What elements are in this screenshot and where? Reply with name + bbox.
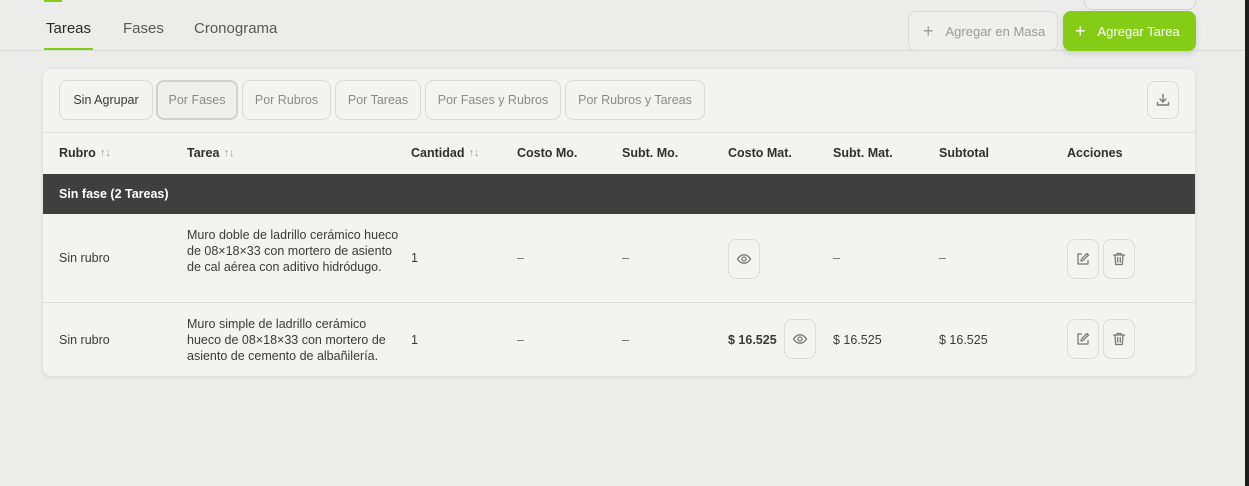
group-phases-button[interactable]: Por Fases xyxy=(156,80,238,120)
group-label: Sin fase (2 Tareas) xyxy=(59,187,169,201)
tab-cronograma[interactable]: Cronograma xyxy=(194,20,277,50)
tab-bar: Tareas Fases Cronograma + Agregar en Mas… xyxy=(0,0,1245,51)
sort-icon[interactable]: ↑↓ xyxy=(100,147,111,159)
tasks-card: Sin Agrupar Por Fases Por Rubros Por Tar… xyxy=(43,69,1195,376)
sort-icon[interactable]: ↑↓ xyxy=(468,147,479,159)
tab-tareas[interactable]: Tareas xyxy=(44,20,94,50)
header-tarea[interactable]: Tarea ↑↓ xyxy=(187,146,234,160)
header-label: Tarea xyxy=(187,146,220,160)
group-tasks-button[interactable]: Por Tareas xyxy=(335,80,421,120)
download-button[interactable] xyxy=(1147,81,1179,119)
window-edge xyxy=(1245,0,1249,486)
cell-costo-mo: – xyxy=(517,251,524,265)
cell-cantidad: 1 xyxy=(411,251,418,265)
cell-subt-mat: $ 16.525 xyxy=(833,333,882,347)
header-rubro[interactable]: Rubro ↑↓ xyxy=(59,146,111,160)
cell-tarea: Muro doble de ladrillo cerámico hueco de… xyxy=(187,228,399,274)
download-icon xyxy=(1156,93,1170,106)
cell-costo-mo: – xyxy=(517,333,524,347)
group-items-button[interactable]: Por Rubros xyxy=(242,80,331,120)
trash-icon xyxy=(1112,252,1126,266)
plus-icon: + xyxy=(1075,21,1086,41)
eye-icon xyxy=(792,334,808,344)
header-subt-mo: Subt. Mo. xyxy=(622,146,679,160)
toolbar-divider xyxy=(43,132,1195,133)
header-subtotal: Subtotal xyxy=(939,146,989,160)
header-costo-mo: Costo Mo. xyxy=(517,146,578,160)
cell-subt-mat: – xyxy=(833,251,840,265)
bulk-add-button[interactable]: + Agregar en Masa xyxy=(908,11,1058,51)
add-task-button[interactable]: + Agregar Tarea xyxy=(1063,11,1196,51)
bulk-add-label: Agregar en Masa xyxy=(945,23,1046,39)
edit-button[interactable] xyxy=(1067,239,1099,279)
sort-icon[interactable]: ↑↓ xyxy=(223,147,234,159)
delete-button[interactable] xyxy=(1103,239,1135,279)
edit-icon xyxy=(1077,332,1090,345)
cell-rubro: Sin rubro xyxy=(59,251,110,265)
plus-icon: + xyxy=(923,21,934,41)
cell-subtotal: – xyxy=(939,251,946,265)
cell-subt-mo: – xyxy=(622,333,629,347)
group-items-tasks-button[interactable]: Por Rubros y Tareas xyxy=(565,80,705,120)
view-materials-button[interactable] xyxy=(784,319,816,359)
trash-icon xyxy=(1112,332,1126,346)
view-materials-button[interactable] xyxy=(728,239,760,279)
header-label: Rubro xyxy=(59,146,96,160)
tab-fases[interactable]: Fases xyxy=(123,20,164,50)
header-label: Cantidad xyxy=(411,146,465,160)
edit-button[interactable] xyxy=(1067,319,1099,359)
table-row: Sin rubro Muro doble de ladrillo cerámic… xyxy=(43,214,1195,303)
header-subt-mat: Subt. Mat. xyxy=(833,146,893,160)
cell-cantidad: 1 xyxy=(411,333,418,347)
edit-icon xyxy=(1077,252,1090,265)
header-cantidad[interactable]: Cantidad ↑↓ xyxy=(411,146,479,160)
cell-costo-mat: $ 16.525 xyxy=(728,333,777,347)
group-phases-items-button[interactable]: Por Fases y Rubros xyxy=(425,80,561,120)
table-row: Sin rubro Muro simple de ladrillo cerámi… xyxy=(43,304,1195,376)
eye-icon xyxy=(736,254,752,264)
header-acciones: Acciones xyxy=(1067,146,1123,160)
header-costo-mat: Costo Mat. xyxy=(728,146,792,160)
cell-tarea: Muro simple de ladrillo cerámico hueco d… xyxy=(187,317,386,363)
group-none-button[interactable]: Sin Agrupar xyxy=(59,80,153,120)
cell-rubro: Sin rubro xyxy=(59,333,110,347)
group-row: Sin fase (2 Tareas) xyxy=(43,174,1195,214)
add-task-label: Agregar Tarea xyxy=(1097,23,1180,39)
cell-subtotal: $ 16.525 xyxy=(939,333,988,347)
delete-button[interactable] xyxy=(1103,319,1135,359)
cell-subt-mo: – xyxy=(622,251,629,265)
